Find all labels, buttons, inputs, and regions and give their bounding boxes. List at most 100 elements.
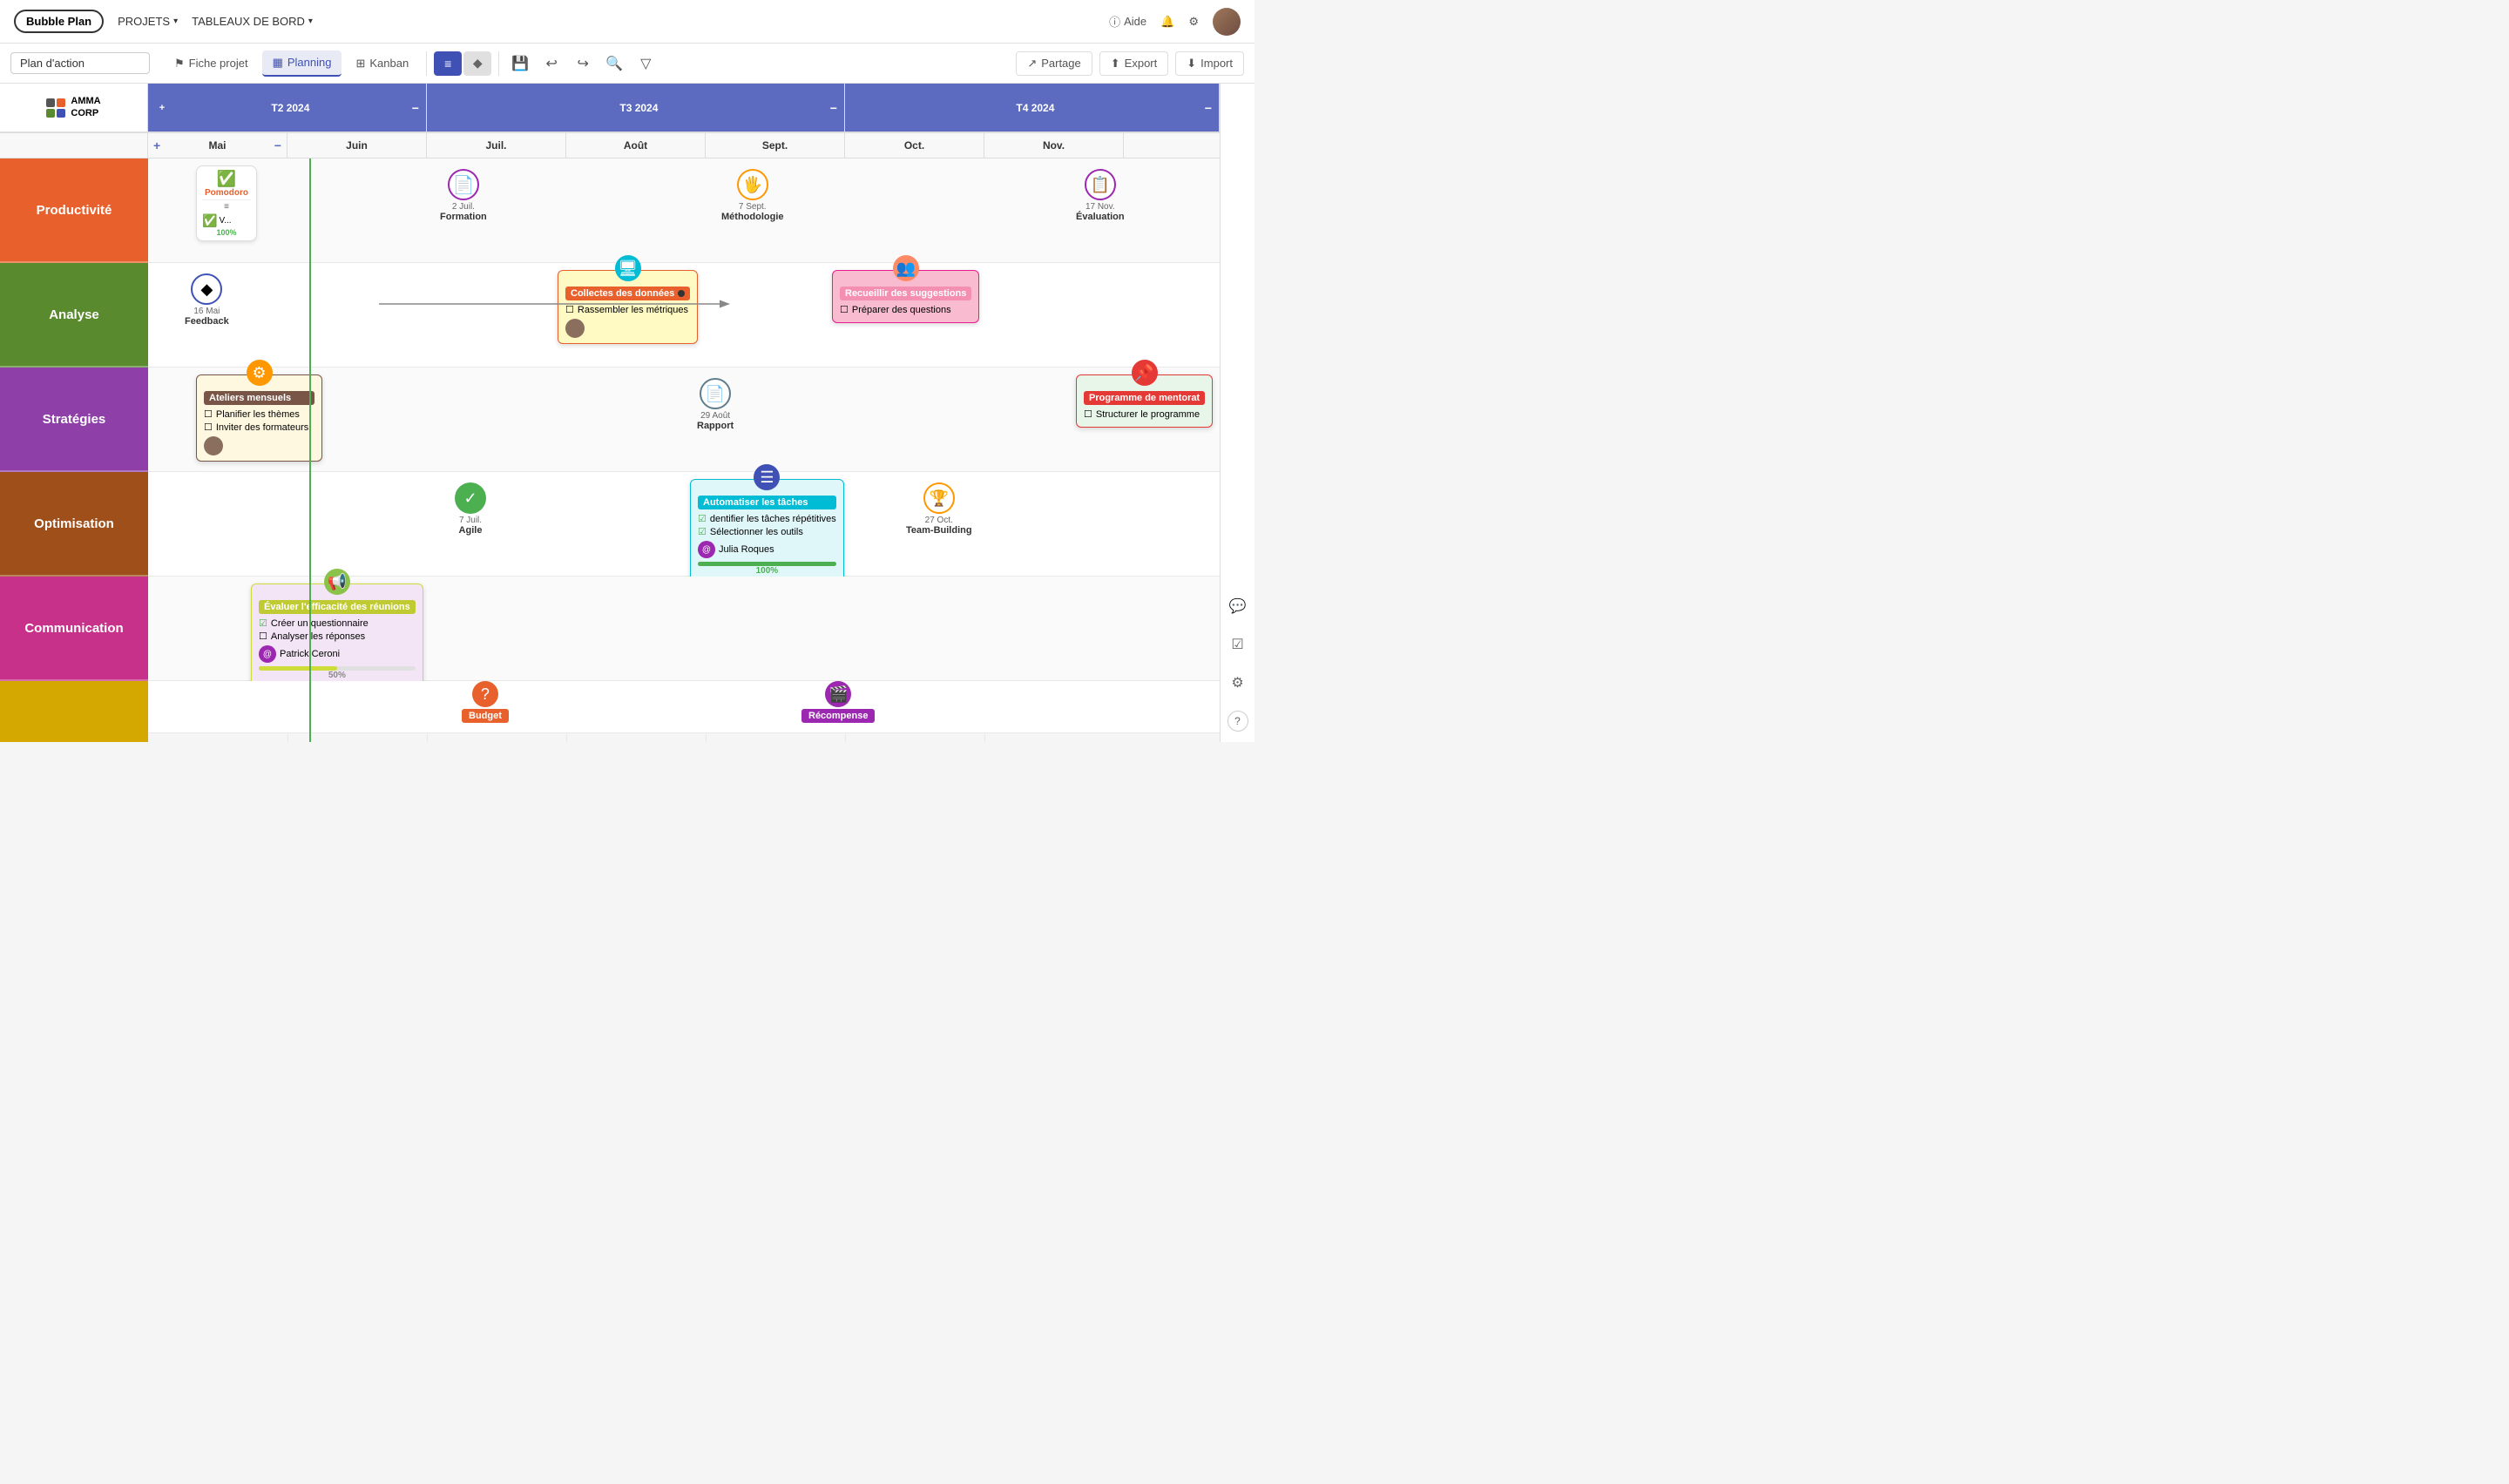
q2-expand-button[interactable]: + [155,101,169,115]
partage-button[interactable]: ↗ Partage [1016,51,1092,76]
evaluer-card[interactable]: 📢 Évaluer l'efficacité des réunions ☑Cré… [251,583,423,686]
automatiser-task-1: ☑dentifier les tâches répétitives [698,513,836,524]
category-optimisation[interactable]: Optimisation [0,472,148,577]
q3-collapse-button[interactable]: − [830,101,837,115]
toolbar: ⚑ Fiche projet ▦ Planning ⊞ Kanban ≡ ◆ 💾… [0,44,1254,84]
feedback-label: Feedback [185,316,229,327]
recompense-label: Récompense [801,709,875,723]
ateliers-card[interactable]: ⚙ Ateliers mensuels ☐Planifier les thème… [196,374,322,462]
import-button[interactable]: ⬇ Import [1175,51,1244,76]
methodologie-milestone[interactable]: 🖐 7 Sept. Méthodologie [721,169,784,222]
pomodoro-percent: 100% [202,228,251,237]
category-analyse[interactable]: Analyse [0,263,148,368]
automatiser-assignee: Julia Roques [719,544,774,555]
mai-expand-button[interactable]: + [153,138,160,152]
bubble-view-button[interactable]: ◆ [463,51,491,76]
evaluer-label: Évaluer l'efficacité des réunions [264,602,410,612]
category-communication[interactable]: Communication [0,577,148,681]
teambuilding-date: 27 Oct. [925,516,953,525]
fiche-projet-button[interactable]: ⚑ Fiche projet [164,51,259,76]
kanban-icon: ⊞ [355,57,365,71]
programme-task-1: ☐Structurer le programme [1084,408,1205,420]
category-column: Productivité Analyse Stratégies Optimisa… [0,159,148,742]
export-icon: ⬆ [1111,57,1120,71]
month-juin: Juin [287,133,427,158]
help-circle-icon: ⓘ [1109,13,1120,30]
chat-button[interactable]: 💬 [1224,592,1252,620]
category-productivite[interactable]: Productivité [0,159,148,263]
nav-projets[interactable]: PROJETS ▾ [118,15,178,28]
search-button[interactable]: 🔍 [600,50,628,78]
avatar[interactable] [1213,8,1241,36]
mai-collapse-button[interactable]: − [274,138,281,152]
quarter-t3: T3 2024 − [427,84,845,132]
save-button[interactable]: 💾 [506,50,534,78]
main-area: AMMACORP + T2 2024 − T3 2024 − [0,84,1254,742]
tasks-button[interactable]: ☑ [1224,631,1252,658]
timeline: AMMACORP + T2 2024 − T3 2024 − [0,84,1220,742]
planning-icon: ▦ [273,56,283,70]
methodologie-label: Méthodologie [721,212,784,222]
panel-help-button[interactable]: ? [1227,711,1248,732]
bell-icon: 🔔 [1160,15,1174,29]
programme-label: Programme de mentorat [1089,393,1200,403]
category-strategies[interactable]: Stratégies [0,368,148,472]
planning-button[interactable]: ▦ Planning [262,51,342,77]
top-nav: Bubble Plan PROJETS ▾ TABLEAUX DE BORD ▾… [0,0,1254,44]
aide-button[interactable]: ⓘ Aide [1109,13,1146,30]
bell-button[interactable]: 🔔 [1160,15,1174,29]
logo-button[interactable]: Bubble Plan [14,10,104,33]
gear-icon: ⚙ [1188,15,1199,29]
collecte-label: Collectes des données [571,288,674,299]
formation-milestone[interactable]: 📄 2 Juil. Formation [440,169,487,222]
redo-button[interactable]: ↪ [569,50,597,78]
budget-item[interactable]: ? Budget [462,681,509,723]
pomodoro-milestone[interactable]: ✅ Pomodoro ≡ ✅ V... 100% [196,165,257,241]
quarter-t2: + T2 2024 − [148,84,427,132]
panel-settings-button[interactable]: ⚙ [1224,669,1252,697]
logo-grid [46,98,65,118]
programme-card[interactable]: 📌 Programme de mentorat ☐Structurer le p… [1076,374,1213,428]
month-row: + Mai − Juin Juil. Août Sept. Oct. Nov. [0,133,1220,159]
undo-button[interactable]: ↩ [538,50,565,78]
recueillir-task-1: ☐Préparer des questions [840,304,971,315]
q4-collapse-button[interactable]: − [1205,101,1212,115]
methodologie-date: 7 Sept. [739,202,767,212]
right-panel: 💬 ☑ ⚙ ? [1220,84,1254,742]
agile-milestone[interactable]: ✓ 7 Juil. Agile [455,482,486,536]
project-name-input[interactable] [10,52,150,74]
company-name: AMMACORP [71,96,100,118]
import-icon: ⬇ [1187,57,1196,71]
month-mai: + Mai − [148,133,287,158]
nav-right: ⓘ Aide 🔔 ⚙ [1109,8,1241,36]
list-view-button[interactable]: ≡ [434,51,462,76]
nav-tableaux[interactable]: TABLEAUX DE BORD ▾ [192,15,313,28]
settings-button[interactable]: ⚙ [1188,15,1199,29]
projets-arrow: ▾ [173,17,178,26]
q2-collapse-button[interactable]: − [412,101,419,115]
collecte-card[interactable]: 🖥 Collectes des données ☐Rassembler les … [558,270,698,344]
recueillir-label: Recueillir des suggestions [845,288,966,299]
feedback-date: 16 Mai [193,307,220,316]
today-line [309,159,311,742]
rapport-milestone[interactable]: 📄 29 Août Rapport [697,378,734,431]
collecte-avatar [565,319,585,338]
rapport-date: 29 Août [700,411,730,421]
tableaux-arrow: ▾ [308,17,313,26]
teambuilding-milestone[interactable]: 🏆 27 Oct. Team-Building [906,482,972,536]
recueillir-card[interactable]: 👥 Recueillir des suggestions ☐Préparer d… [832,270,979,323]
kanban-button[interactable]: ⊞ Kanban [345,51,419,76]
evaluer-task-checked: ☑Créer un questionnaire [259,617,416,629]
recompense-item[interactable]: 🎬 Récompense [801,681,875,723]
filter-button[interactable]: ▽ [632,50,659,78]
feedback-milestone[interactable]: ◆ 16 Mai Feedback [185,273,229,327]
month-nov: Nov. [984,133,1124,158]
export-button[interactable]: ⬆ Export [1099,51,1168,76]
evaluation-milestone[interactable]: 📋 17 Nov. Évaluation [1076,169,1125,222]
ateliers-label: Ateliers mensuels [209,393,291,403]
month-oct: Oct. [845,133,984,158]
evaluation-date: 17 Nov. [1085,202,1115,212]
automatiser-card[interactable]: ☰ Automatiser les tâches ☑dentifier les … [690,479,844,582]
category-bottom[interactable] [0,681,148,742]
logo-cell [46,109,55,118]
